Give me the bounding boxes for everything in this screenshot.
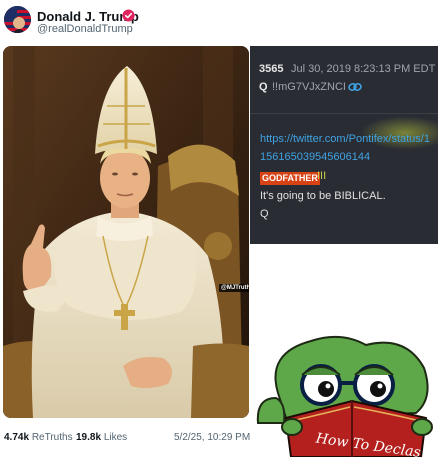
retruths-stat[interactable]: 4.74k ReTruths: [4, 432, 73, 443]
likes-stat[interactable]: 19.8k Likes: [76, 432, 127, 443]
post-message: It's going to be BIBLICAL. Q: [260, 187, 386, 223]
post-number: 3565: [259, 63, 284, 75]
retruths-label: ReTruths: [31, 432, 73, 443]
post-image[interactable]: @MJTruthUltra: [3, 46, 249, 418]
retruths-count: 4.74k: [4, 432, 30, 443]
avatar[interactable]: [4, 6, 31, 33]
pepe-illustration: How To Declas: [256, 335, 433, 457]
link-chain-icon[interactable]: [348, 81, 362, 93]
pepe-reading-sticker: How To Declas: [256, 323, 438, 457]
post-message-text: It's going to be BIBLICAL.: [260, 190, 386, 202]
post-container: Donald J. Trump @realDonaldTrump @MJTrut…: [0, 0, 438, 457]
post-signature: Q: [260, 208, 269, 220]
post-author: Q: [259, 81, 268, 93]
divider: [250, 113, 438, 114]
post-date: Jul 30, 2019 8:23:13 PM EDT: [291, 63, 436, 75]
godfather-suffix: III: [317, 170, 327, 182]
image-watermark: @MJTruthUltra: [219, 284, 249, 292]
likes-count: 19.8k: [76, 432, 102, 443]
godfather-badge: GODFATHER: [260, 172, 320, 185]
post-link[interactable]: https://twitter.com/Pontifex/status/1156…: [260, 130, 432, 166]
post-tripcode: !!mG7VJxZNCI: [272, 81, 346, 93]
likes-label: Likes: [103, 432, 128, 443]
verified-badge-icon: [122, 9, 135, 22]
avatar-flag-image: [4, 6, 31, 33]
post-timestamp[interactable]: 5/2/25, 10:29 PM: [174, 432, 250, 443]
timestamp-text: 5/2/25, 10:29 PM: [174, 432, 251, 443]
pope-illustration: [3, 46, 249, 418]
handle[interactable]: @realDonaldTrump: [37, 23, 133, 35]
q-post-card: 3565 Jul 30, 2019 8:23:13 PM EDT Q !!mG7…: [250, 46, 438, 244]
